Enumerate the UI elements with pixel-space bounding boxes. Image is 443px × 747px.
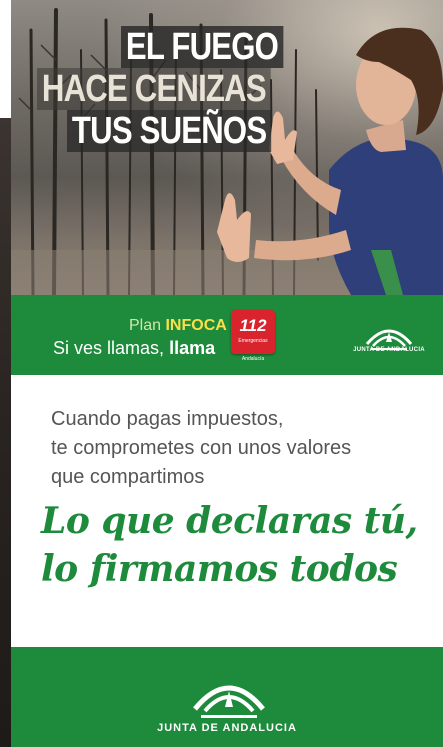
tax-campaign-ad[interactable]: Cuando pagas impuestos, te comprometes c… [11, 375, 443, 747]
slogan: Lo que declaras tú, lo firmamos todos [41, 497, 441, 593]
tagline-text: Si ves llamas, [53, 338, 165, 358]
plan-name: INFOCA [165, 317, 227, 334]
body-line-2: te comprometes con unos valores [51, 437, 352, 459]
body-line-1: Cuando pagas impuestos, [51, 408, 284, 430]
junta-de-andalucia-logo-large-icon [193, 685, 265, 718]
badge-number: 112 [239, 316, 267, 335]
headline-line-2: HACE CENIZAS [37, 68, 271, 110]
badge-sub: Emergencias [238, 338, 268, 344]
emergency-112-badge-icon: 112 Emergencias [231, 310, 275, 354]
logo-text-small: JUNTA DE ANDALUCIA [353, 347, 425, 353]
plan-infoca-label: Plan INFOCA [129, 317, 227, 335]
slogan-line-2: lo firmamos todos [41, 548, 398, 590]
infoca-fire-ad[interactable]: EL FUEGO HACE CENIZAS TUS SUEÑOS Plan IN… [11, 0, 443, 375]
background-page-edge [0, 0, 11, 747]
tagline: Si ves llamas, llama [53, 338, 215, 359]
body-line-3: que compartimos [51, 466, 205, 488]
logo-text-large: JUNTA DE ANDALUCIA [157, 722, 297, 734]
headline: EL FUEGO HACE CENIZAS TUS SUEÑOS [37, 26, 283, 152]
headline-line-1: EL FUEGO [121, 26, 283, 68]
slogan-line-1: Lo que declaras tú, [41, 500, 418, 542]
tagline-bold: llama [169, 338, 216, 358]
body-copy: Cuando pagas impuestos, te comprometes c… [51, 405, 411, 492]
headline-line-3: TUS SUEÑOS [67, 110, 272, 152]
badge-region: Andalucía [241, 356, 265, 362]
plan-prefix: Plan [129, 317, 162, 334]
